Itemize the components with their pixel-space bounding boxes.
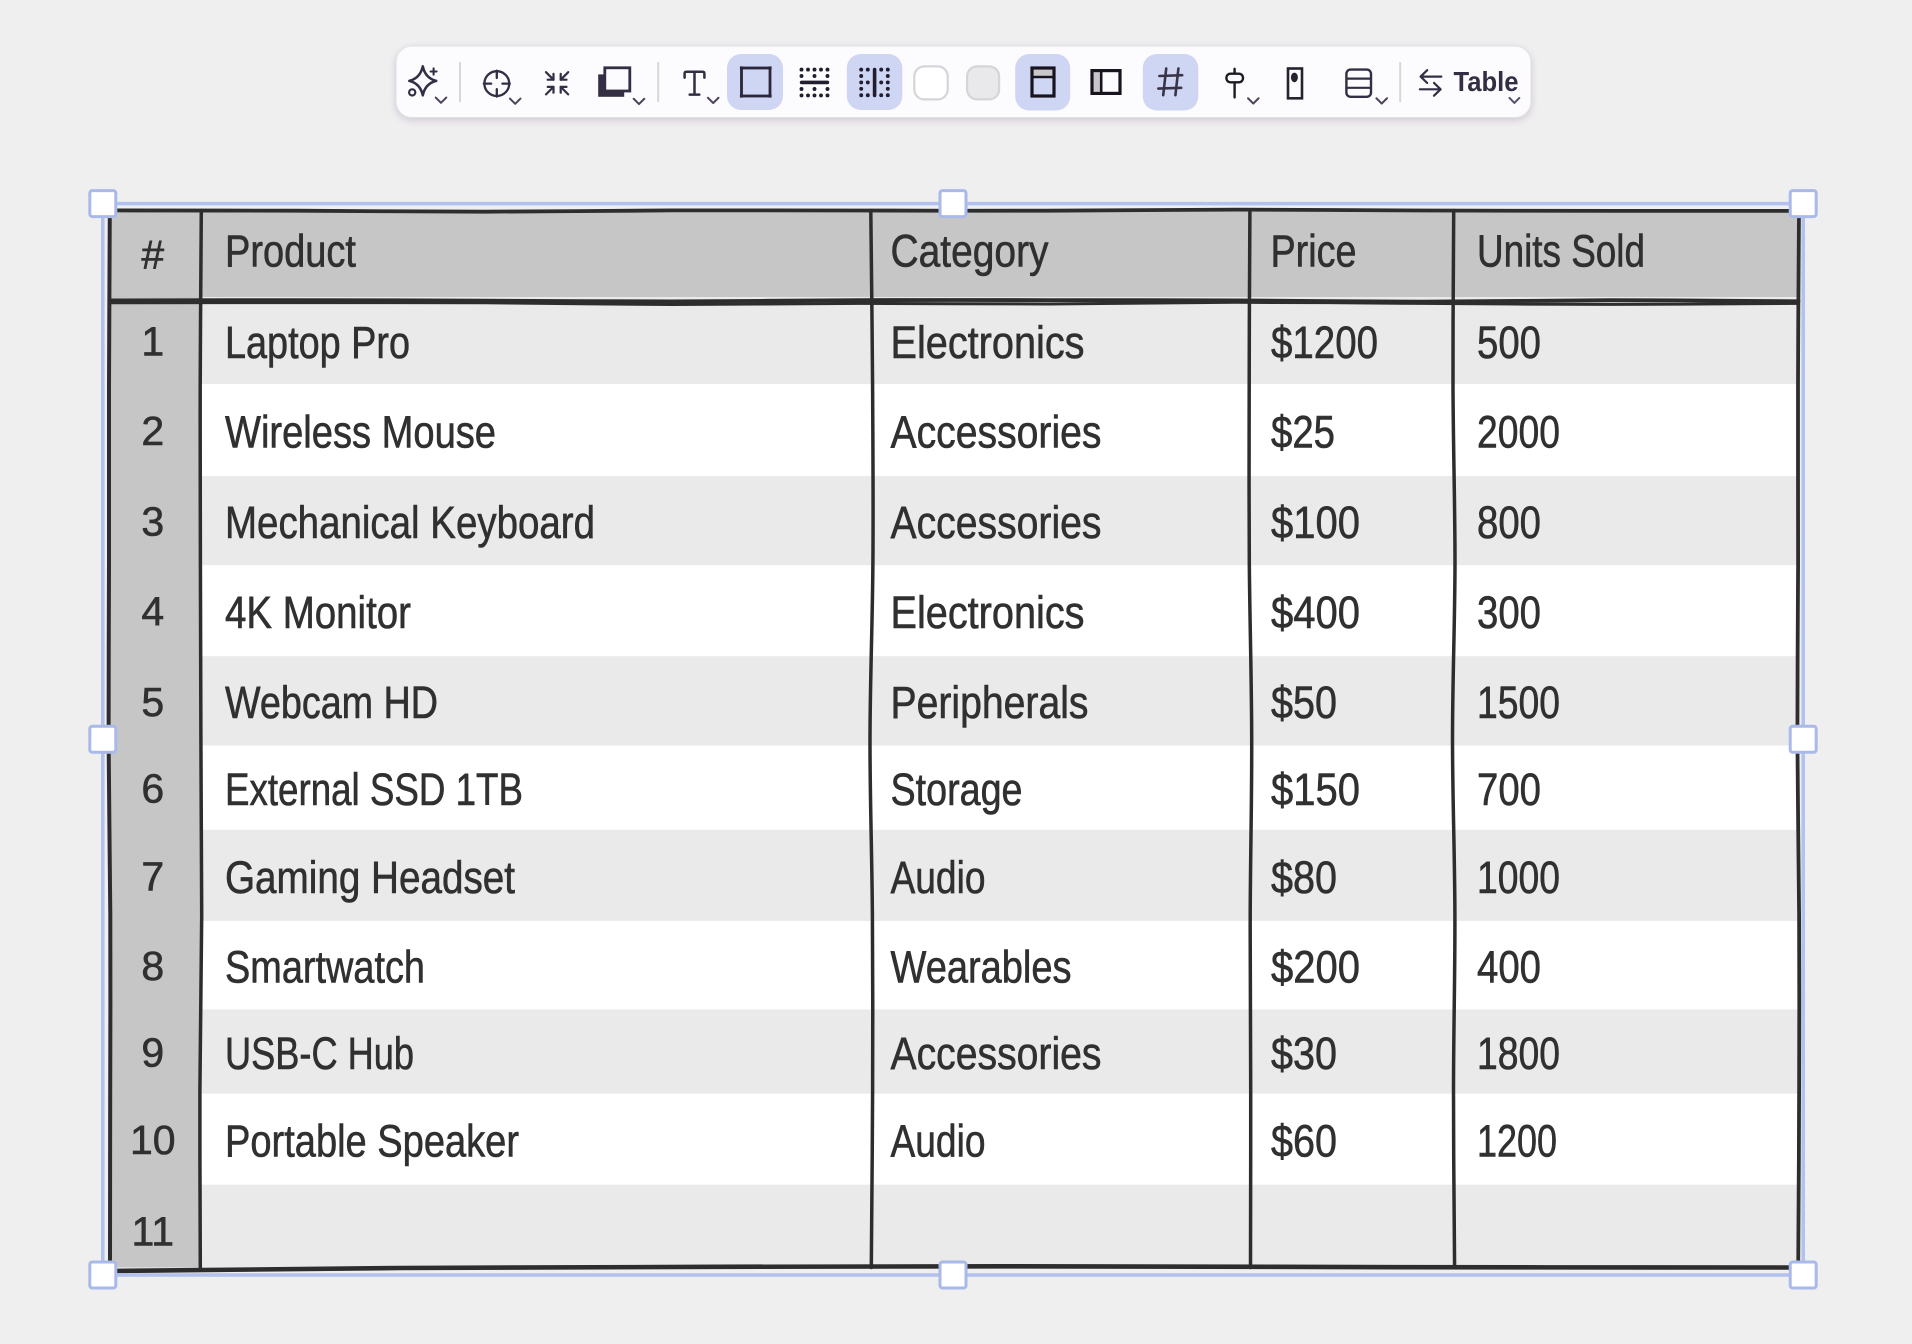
svg-text:8: 8 [141, 943, 164, 989]
svg-text:Accessories: Accessories [891, 406, 1102, 457]
svg-text:$60: $60 [1271, 1116, 1337, 1167]
svg-text:2000: 2000 [1477, 406, 1560, 457]
svg-text:1200: 1200 [1477, 1116, 1557, 1167]
svg-text:3: 3 [141, 499, 164, 545]
svg-text:4K Monitor: 4K Monitor [225, 587, 411, 638]
svg-text:4: 4 [141, 589, 164, 635]
svg-text:$400: $400 [1271, 587, 1360, 638]
svg-text:1: 1 [141, 319, 164, 365]
svg-text:$100: $100 [1271, 497, 1360, 548]
svg-text:$80: $80 [1271, 852, 1337, 903]
svg-text:#: # [141, 232, 164, 278]
svg-text:Price: Price [1271, 226, 1357, 277]
svg-text:Units Sold: Units Sold [1477, 226, 1645, 277]
svg-text:Electronics: Electronics [891, 317, 1085, 368]
svg-text:Storage: Storage [891, 764, 1023, 815]
svg-text:Wireless Mouse: Wireless Mouse [225, 406, 496, 457]
svg-text:800: 800 [1477, 497, 1541, 548]
svg-text:Audio: Audio [891, 852, 986, 903]
svg-text:Laptop Pro: Laptop Pro [225, 317, 410, 368]
svg-text:1500: 1500 [1477, 677, 1560, 728]
svg-text:2: 2 [141, 408, 164, 454]
svg-text:9: 9 [141, 1030, 164, 1076]
svg-text:300: 300 [1477, 587, 1541, 638]
svg-text:Audio: Audio [891, 1116, 986, 1167]
svg-text:500: 500 [1477, 317, 1541, 368]
svg-text:$200: $200 [1271, 942, 1360, 993]
svg-text:Category: Category [891, 226, 1049, 277]
svg-text:6: 6 [141, 766, 164, 812]
svg-text:Mechanical Keyboard: Mechanical Keyboard [225, 497, 595, 548]
svg-text:External SSD 1TB: External SSD 1TB [225, 764, 523, 815]
svg-text:Smartwatch: Smartwatch [225, 942, 425, 993]
svg-text:Electronics: Electronics [891, 587, 1085, 638]
svg-text:Webcam HD: Webcam HD [225, 677, 438, 728]
svg-text:1000: 1000 [1477, 852, 1560, 903]
svg-text:5: 5 [141, 679, 164, 725]
svg-text:Accessories: Accessories [891, 1028, 1102, 1079]
svg-text:$25: $25 [1271, 406, 1335, 457]
svg-text:USB-C Hub: USB-C Hub [225, 1028, 414, 1079]
svg-text:Wearables: Wearables [891, 942, 1072, 993]
svg-text:Portable Speaker: Portable Speaker [225, 1116, 519, 1167]
svg-text:$50: $50 [1271, 677, 1337, 728]
svg-text:$30: $30 [1271, 1028, 1337, 1079]
svg-text:11: 11 [132, 1209, 175, 1255]
svg-text:Accessories: Accessories [891, 497, 1102, 548]
svg-text:Peripherals: Peripherals [891, 677, 1089, 728]
svg-text:400: 400 [1477, 942, 1541, 993]
svg-text:$150: $150 [1271, 764, 1360, 815]
svg-text:700: 700 [1477, 764, 1541, 815]
svg-text:$1200: $1200 [1271, 317, 1378, 368]
svg-text:Product: Product [225, 226, 356, 277]
svg-text:7: 7 [141, 853, 164, 899]
svg-text:1800: 1800 [1477, 1028, 1560, 1079]
svg-text:Table: Table [1454, 66, 1519, 97]
svg-text:Gaming Headset: Gaming Headset [225, 852, 515, 903]
svg-text:10: 10 [130, 1117, 176, 1163]
